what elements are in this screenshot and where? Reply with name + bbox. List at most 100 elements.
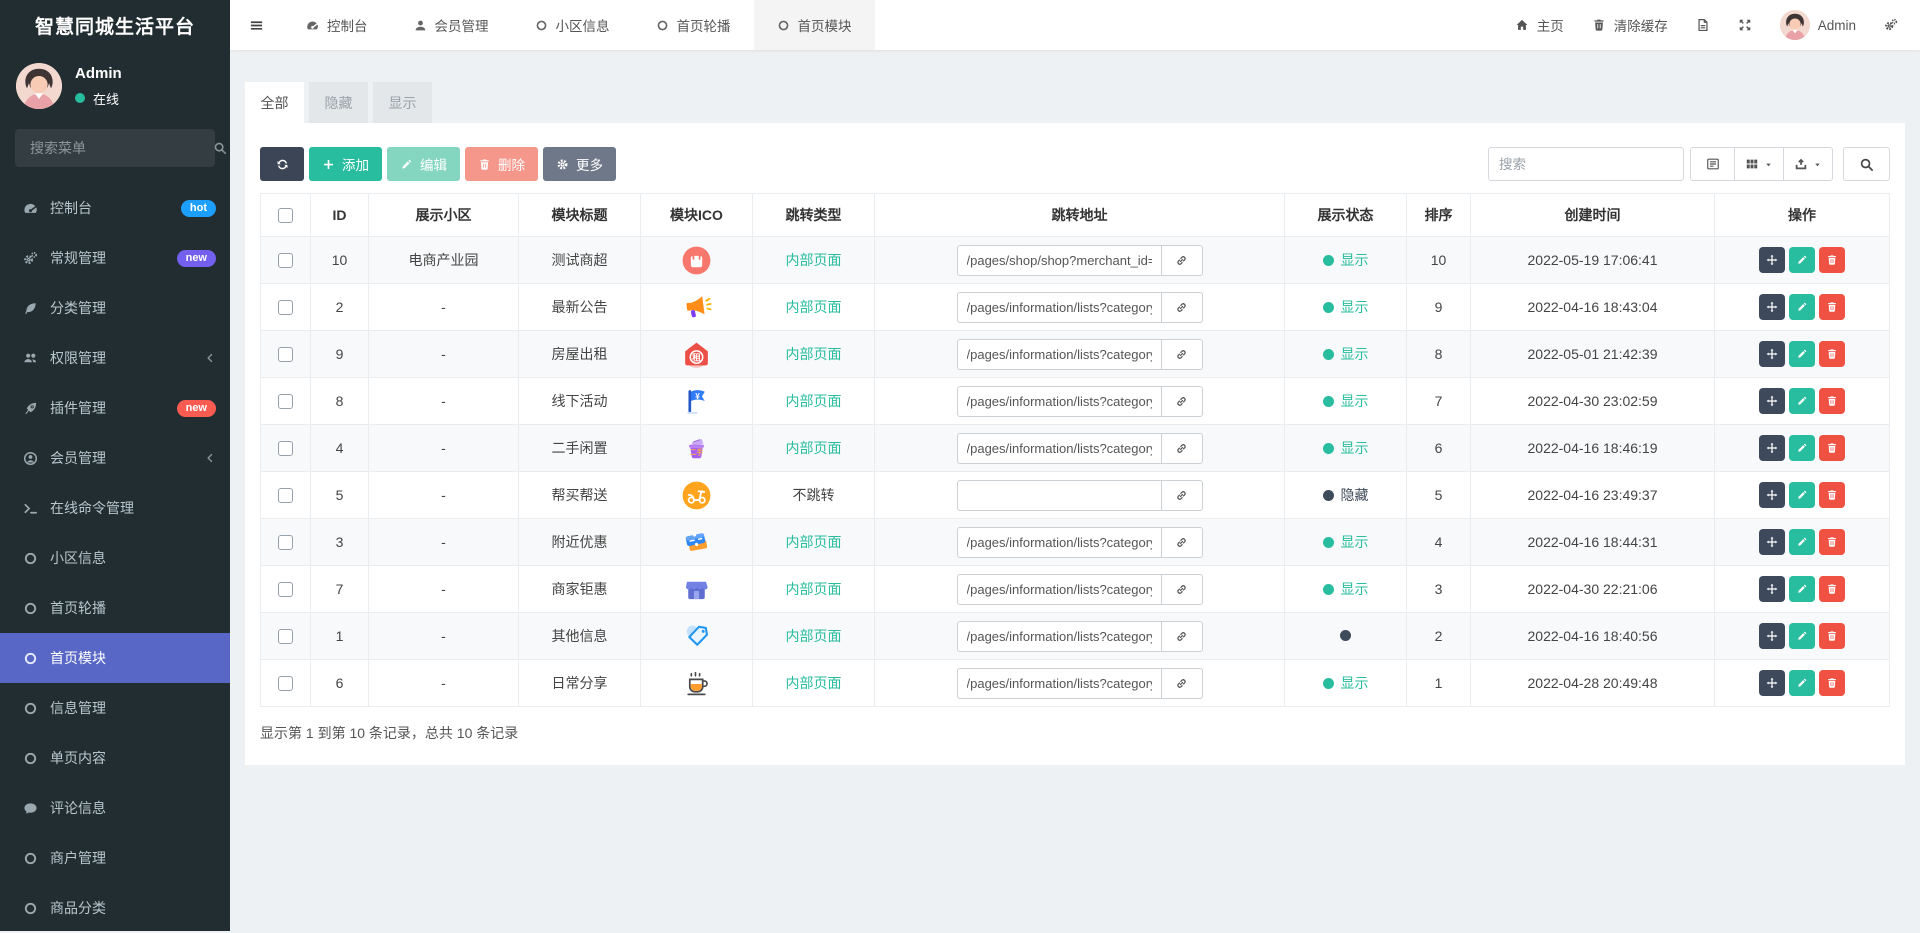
refresh-button[interactable] (260, 147, 304, 181)
status-badge[interactable]: 显示 (1322, 391, 1369, 411)
status-badge[interactable]: 显示 (1322, 673, 1369, 693)
link-button[interactable] (1160, 338, 1203, 370)
search-button[interactable] (1843, 147, 1890, 181)
row-move-button[interactable] (1759, 388, 1785, 414)
row-checkbox[interactable] (278, 676, 293, 692)
row-delete-button[interactable] (1819, 623, 1845, 649)
row-checkbox[interactable] (278, 535, 293, 551)
menu-toggle-icon[interactable] (230, 0, 283, 50)
sidebar-item-13[interactable]: 商户管理 (0, 833, 230, 883)
topbar-tab-0[interactable]: 控制台 (283, 0, 391, 50)
row-move-button[interactable] (1759, 529, 1785, 555)
row-delete-button[interactable] (1819, 529, 1845, 555)
sidebar-item-3[interactable]: 权限管理 (0, 333, 230, 383)
link-button[interactable] (1160, 291, 1203, 323)
status-badge[interactable]: 显示 (1322, 532, 1369, 552)
row-edit-button[interactable] (1789, 670, 1815, 696)
filter-tab-1[interactable]: 隐藏 (309, 82, 368, 123)
sidebar-item-10[interactable]: 信息管理 (0, 683, 230, 733)
row-delete-button[interactable] (1819, 388, 1845, 414)
sidebar-item-0[interactable]: 控制台 hot (0, 183, 230, 233)
row-move-button[interactable] (1759, 670, 1785, 696)
column-header[interactable]: 展示状态 (1284, 193, 1407, 237)
home-link[interactable]: 主页 (1501, 0, 1578, 50)
column-header[interactable]: 模块标题 (518, 193, 641, 237)
column-header[interactable]: 操作 (1714, 193, 1890, 237)
column-header[interactable]: 创建时间 (1470, 193, 1715, 237)
column-header[interactable]: 跳转类型 (752, 193, 875, 237)
add-button[interactable]: 添加 (309, 147, 382, 181)
wipe-session-button[interactable] (1682, 0, 1724, 50)
status-badge[interactable]: 显示 (1322, 579, 1369, 599)
sidebar-item-4[interactable]: 插件管理 new (0, 383, 230, 433)
row-delete-button[interactable] (1819, 670, 1845, 696)
select-all-checkbox[interactable] (278, 208, 293, 224)
row-delete-button[interactable] (1819, 435, 1845, 461)
row-checkbox[interactable] (278, 394, 293, 410)
column-header[interactable]: 跳转地址 (874, 193, 1285, 237)
row-edit-button[interactable] (1789, 529, 1815, 555)
jump-url-input[interactable] (956, 620, 1161, 652)
sidebar-item-5[interactable]: 会员管理 (0, 433, 230, 483)
settings-button[interactable] (1870, 0, 1912, 50)
status-badge[interactable]: 显示 (1322, 250, 1369, 270)
jump-url-input[interactable] (956, 338, 1161, 370)
row-edit-button[interactable] (1789, 482, 1815, 508)
filter-tab-2[interactable]: 显示 (373, 82, 432, 123)
row-checkbox[interactable] (278, 441, 293, 457)
jump-url-input[interactable] (956, 432, 1161, 464)
fullscreen-button[interactable] (1724, 0, 1766, 50)
row-move-button[interactable] (1759, 435, 1785, 461)
row-move-button[interactable] (1759, 294, 1785, 320)
user-avatar[interactable] (16, 63, 62, 109)
table-search-input[interactable] (1488, 147, 1684, 181)
link-button[interactable] (1160, 526, 1203, 558)
link-button[interactable] (1160, 385, 1203, 417)
delete-button[interactable]: 删除 (465, 147, 538, 181)
row-checkbox[interactable] (278, 582, 293, 598)
topbar-tab-3[interactable]: 首页轮播 (633, 0, 754, 50)
user-menu[interactable]: Admin (1766, 0, 1870, 50)
status-badge[interactable]: 显示 (1322, 438, 1369, 458)
status-badge[interactable]: 显示 (1322, 344, 1369, 364)
cell-jump-type[interactable]: 内部页面 (786, 675, 842, 691)
row-move-button[interactable] (1759, 623, 1785, 649)
row-delete-button[interactable] (1819, 247, 1845, 273)
jump-url-input[interactable] (956, 479, 1161, 511)
detail-view-button[interactable] (1690, 147, 1735, 181)
cell-jump-type[interactable]: 内部页面 (786, 628, 842, 644)
cell-jump-type[interactable]: 内部页面 (786, 346, 842, 362)
sidebar-item-2[interactable]: 分类管理 (0, 283, 230, 333)
sidebar-item-14[interactable]: 商品分类 (0, 883, 230, 933)
row-delete-button[interactable] (1819, 576, 1845, 602)
sidebar-item-6[interactable]: 在线命令管理 (0, 483, 230, 533)
sidebar-item-7[interactable]: 小区信息 (0, 533, 230, 583)
status-badge[interactable]: 隐藏 (1322, 485, 1369, 505)
link-button[interactable] (1160, 667, 1203, 699)
cell-jump-type[interactable]: 内部页面 (786, 252, 842, 268)
cell-jump-type[interactable]: 内部页面 (786, 299, 842, 315)
jump-url-input[interactable] (956, 291, 1161, 323)
sidebar-item-1[interactable]: 常规管理 new (0, 233, 230, 283)
topbar-tab-2[interactable]: 小区信息 (512, 0, 633, 50)
row-delete-button[interactable] (1819, 341, 1845, 367)
jump-url-input[interactable] (956, 526, 1161, 558)
jump-url-input[interactable] (956, 573, 1161, 605)
row-edit-button[interactable] (1789, 435, 1815, 461)
row-checkbox[interactable] (278, 347, 293, 363)
export-button[interactable] (1783, 147, 1833, 181)
column-header[interactable]: 模块ICO (640, 193, 753, 237)
link-button[interactable] (1160, 432, 1203, 464)
row-checkbox[interactable] (278, 629, 293, 645)
row-move-button[interactable] (1759, 482, 1785, 508)
column-header[interactable]: 展示小区 (368, 193, 519, 237)
row-edit-button[interactable] (1789, 623, 1815, 649)
row-checkbox[interactable] (278, 253, 293, 269)
row-edit-button[interactable] (1789, 341, 1815, 367)
row-move-button[interactable] (1759, 576, 1785, 602)
menu-search-input[interactable] (28, 139, 213, 157)
cell-jump-type[interactable]: 内部页面 (786, 393, 842, 409)
topbar-tab-4[interactable]: 首页模块 (753, 0, 875, 50)
status-badge[interactable]: 显示 (1322, 297, 1369, 317)
link-button[interactable] (1160, 244, 1203, 276)
